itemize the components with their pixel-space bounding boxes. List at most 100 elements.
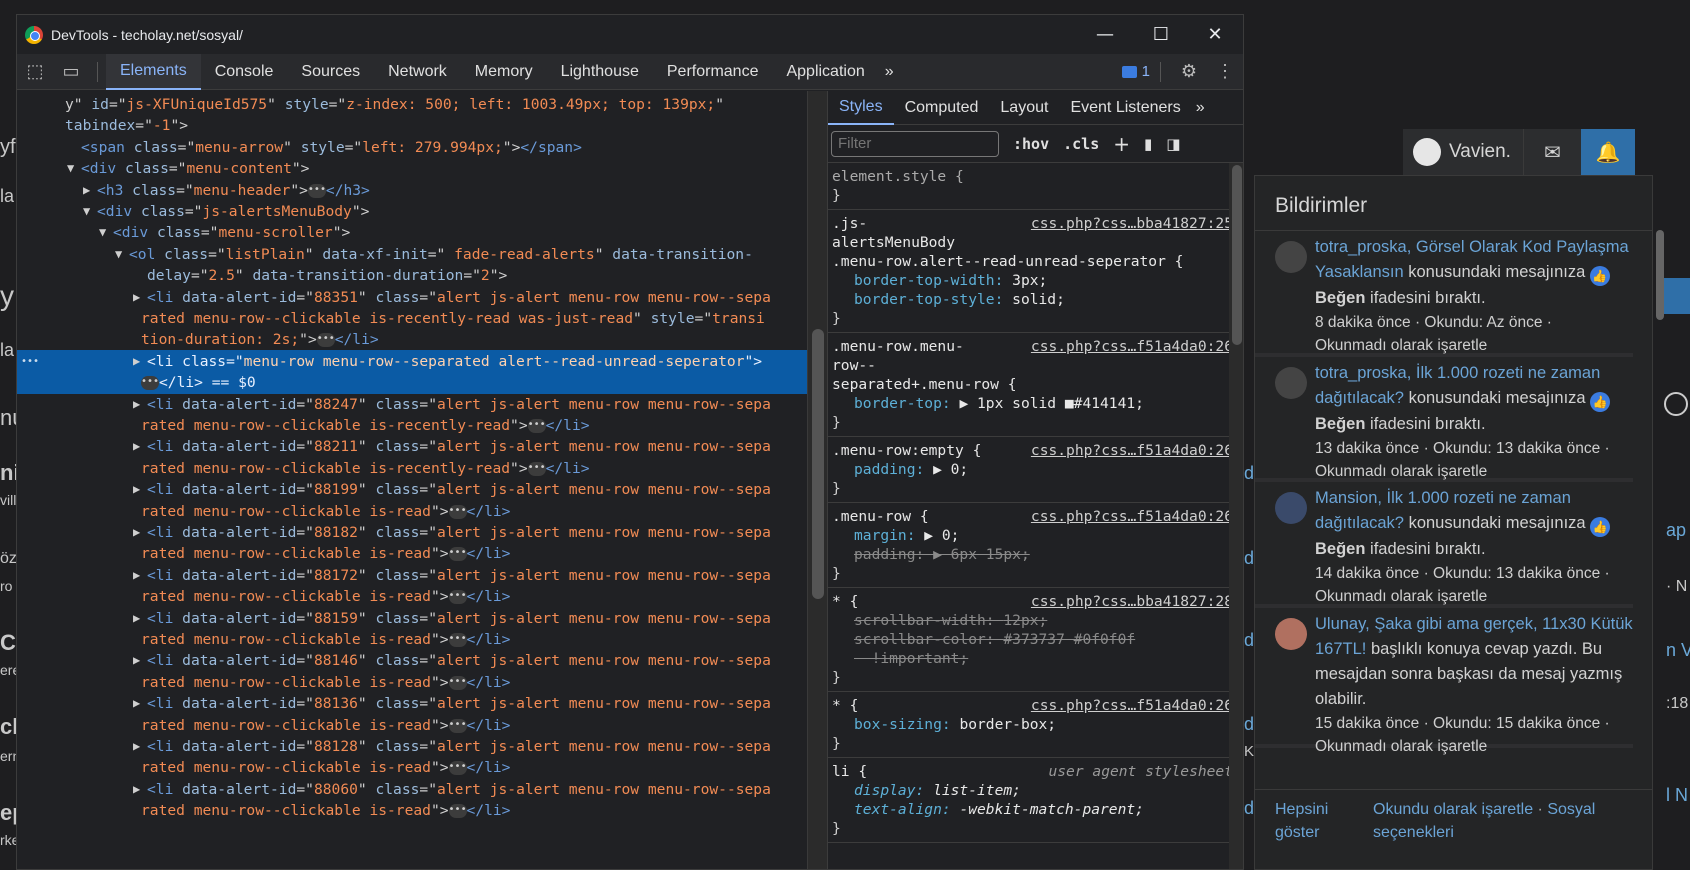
css-selector[interactable]: * {css.php?css…f51a4da0:26 [828,696,1243,715]
dom-line[interactable]: rated menu-row--clickable is-read">•••</… [17,500,807,523]
expand-triangle-icon[interactable]: ▶ [133,350,140,373]
notification-item[interactable]: Mansion, İlk 1.000 rozeti ne zaman dağıt… [1255,482,1633,608]
paint-brush-icon[interactable]: ▮ [1144,135,1152,153]
close-button[interactable]: ✕ [1187,15,1243,54]
stylesheet-link[interactable]: css.php?css…f51a4da0:26 [1031,507,1233,526]
notification-item[interactable]: totra_proska, İlk 1.000 rozeti ne zaman … [1255,357,1633,482]
ellipsis-icon[interactable]: ••• [307,183,326,198]
settings-gear-icon[interactable]: ⚙ [1171,54,1207,90]
tab-elements[interactable]: Elements [106,53,201,90]
dom-line[interactable]: rated menu-row--clickable is-recently-re… [17,457,807,480]
tab-event-listeners[interactable]: Event Listeners [1059,91,1191,125]
show-all-link[interactable]: Hepsini göster [1275,798,1335,844]
new-rule-icon[interactable]: + [1113,132,1130,156]
dom-line[interactable]: ▼ <div class="js-alertsMenuBody"> [17,200,807,223]
hov-toggle[interactable]: :hov [1013,135,1049,153]
expand-triangle-icon[interactable]: ▶ [133,735,140,758]
dom-line[interactable]: ▶ <li data-alert-id="88136" class="alert … [17,692,807,715]
avatar[interactable] [1275,241,1307,273]
username-link[interactable]: totra_proska [1315,364,1407,382]
dom-line[interactable]: ••• ▶ <li class="menu-row menu-row--separa… [17,349,807,373]
avatar[interactable] [1275,618,1307,650]
ellipsis-icon[interactable]: ••• [448,761,467,776]
expand-triangle-icon[interactable]: ▶ [133,692,140,715]
maximize-button[interactable]: ☐ [1133,15,1189,54]
css-declaration[interactable]: border-top-style: solid; [828,290,1243,309]
ellipsis-icon[interactable]: ••• [448,675,467,690]
stylesheet-link[interactable]: css.php?css…bba41827:28 [1031,592,1233,611]
styles-filter-input[interactable] [831,130,999,157]
css-declaration[interactable]: margin: ▶ 0; [828,526,1243,545]
dom-line[interactable]: rated menu-row--clickable is-read">•••</… [17,756,807,779]
dom-tree-scrollbar[interactable] [807,91,827,869]
collapse-triangle-icon[interactable]: ▼ [115,243,122,266]
stylesheet-link[interactable]: css.php?css…f51a4da0:26 [1031,441,1233,460]
stylesheet-link[interactable]: css.php?css…f51a4da0:26 [1031,696,1233,715]
minimize-button[interactable]: — [1077,15,1133,54]
dom-line[interactable]: ▶ <li data-alert-id="88247" class="alert … [17,393,807,416]
dom-line[interactable]: ▶ <li data-alert-id="88199" class="alert … [17,478,807,501]
more-tabs-icon[interactable]: » [1192,91,1209,125]
ellipsis-icon[interactable]: ••• [448,590,467,605]
tab-network[interactable]: Network [374,54,461,90]
expand-triangle-icon[interactable]: ▶ [133,778,140,801]
css-declaration[interactable]: box-sizing: border-box; [828,715,1243,734]
dom-line[interactable]: ▶ <li data-alert-id="88159" class="alert … [17,607,807,630]
tab-console[interactable]: Console [201,54,288,90]
stylesheet-link[interactable]: css.php?css…bba41827:25 [1031,214,1233,233]
username-link[interactable]: Mansion [1315,489,1377,507]
cls-toggle[interactable]: .cls [1063,135,1099,153]
collapse-triangle-icon[interactable]: ▼ [83,200,90,223]
css-declaration[interactable]: !important; [828,649,1243,668]
user-menu[interactable]: Vavien. [1403,129,1523,175]
envelope-icon[interactable]: ✉ [1522,129,1581,175]
ellipsis-icon[interactable]: ••• [316,333,335,348]
scrollbar-thumb[interactable] [812,329,824,599]
ellipsis-icon[interactable]: ••• [141,376,159,391]
more-options-icon[interactable]: ⋮ [1207,54,1243,90]
css-declaration[interactable]: border-top-width: 3px; [828,271,1243,290]
expand-triangle-icon[interactable]: ▶ [133,478,140,501]
tab-computed[interactable]: Computed [894,91,990,125]
dom-line[interactable]: ▶ <li data-alert-id="88128" class="alert … [17,735,807,758]
sidebar-toggle-icon[interactable]: ◨ [1166,135,1180,153]
tab-application[interactable]: Application [772,54,878,90]
tab-memory[interactable]: Memory [461,54,547,90]
expand-triangle-icon[interactable]: ▶ [133,564,140,587]
tab-sources[interactable]: Sources [287,54,374,90]
dom-line[interactable]: tabindex="-1"> [17,114,807,137]
username-link[interactable]: totra_proska [1315,238,1407,256]
tab-lighthouse[interactable]: Lighthouse [547,54,653,90]
tab-styles[interactable]: Styles [828,91,894,125]
mark-unread-link[interactable]: Okunmadı olarak işaretle [1315,460,1633,483]
expand-triangle-icon[interactable]: ▶ [133,286,140,309]
css-declaration[interactable]: scrollbar-color: #373737 #0f0f0f [828,630,1243,649]
bell-icon[interactable]: 🔔 [1580,129,1635,175]
dom-line[interactable]: •••</li> == $0 [17,371,807,395]
ellipsis-icon[interactable]: ••• [448,804,467,819]
dom-line[interactable]: rated menu-row--clickable is-read">•••</… [17,628,807,651]
username-link[interactable]: Ulunay [1315,615,1365,633]
ellipsis-icon[interactable]: ••• [448,718,467,733]
inspect-element-icon[interactable]: ⬚ [17,54,53,90]
css-declaration[interactable]: display: list-item; [828,781,1243,800]
expand-triangle-icon[interactable]: ▶ [133,393,140,416]
ellipsis-icon[interactable]: ••• [527,419,546,433]
dom-line[interactable]: ▶ <h3 class="menu-header">•••</h3> [17,179,807,202]
dom-line[interactable]: y" id="js-XFUniqueId575" style="z-index:… [17,93,807,116]
css-selector[interactable]: .menu-row {css.php?css…f51a4da0:26 [828,507,1243,526]
avatar[interactable] [1275,367,1307,399]
css-declaration[interactable]: scrollbar-width: 12px; [828,611,1243,630]
collapse-triangle-icon[interactable]: ▼ [67,157,74,180]
dom-line[interactable]: rated menu-row--clickable is-read">•••</… [17,799,807,822]
notification-item[interactable]: Ulunay, Şaka gibi ama gerçek, 11x30 Kütü… [1255,608,1633,755]
dom-line[interactable]: ▶ <li data-alert-id="88211" class="alert … [17,435,807,458]
css-declaration[interactable]: padding: ▶ 0; [828,460,1243,479]
dom-line[interactable]: <span class="menu-arrow" style="left: 27… [17,136,807,159]
notification-item[interactable]: totra_proska, Görsel Olarak Kod Paylaşma… [1255,231,1633,357]
css-selector[interactable]: .menu-row.alert--read-unread-seperator { [828,252,1243,271]
stylesheet-link[interactable]: css.php?css…f51a4da0:26 [1031,337,1233,356]
dom-line[interactable]: rated menu-row--clickable is-read">•••</… [17,714,807,737]
css-declaration[interactable]: padding: ▶ 6px 15px; [828,545,1243,564]
css-selector[interactable]: separated+.menu-row { [828,375,1243,394]
